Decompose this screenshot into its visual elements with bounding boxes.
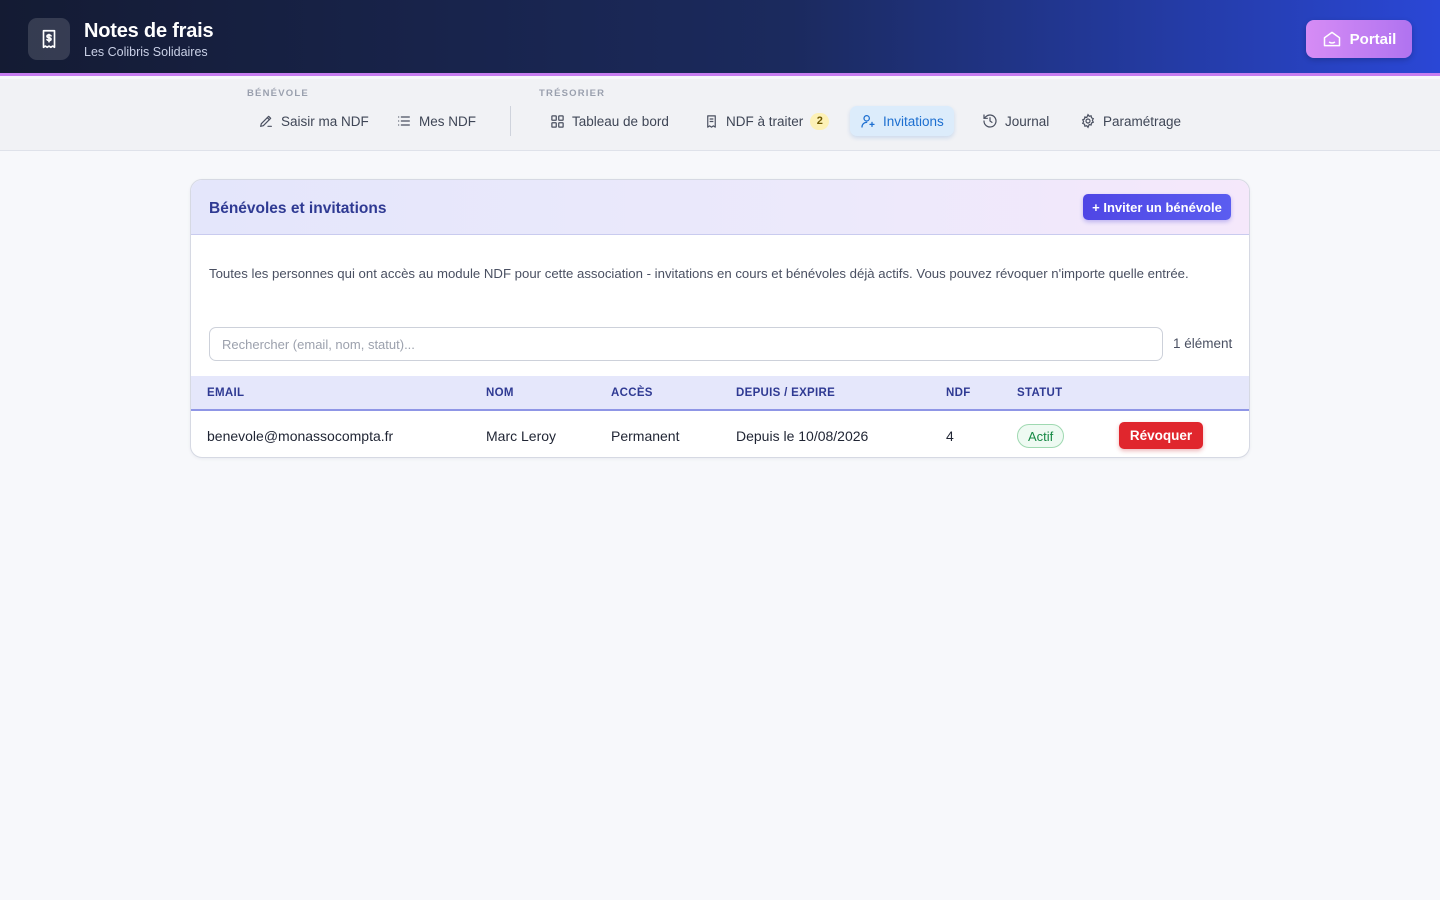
cell-acces: Permanent [611,428,680,444]
receipt-logo-icon [28,18,70,60]
revoke-button[interactable]: Révoquer [1119,422,1203,449]
user-plus-icon [861,115,875,128]
nav-divider [510,106,511,136]
organization-name: Les Colibris Solidaires [84,45,208,59]
nav-item-journal[interactable]: Journal [972,106,1059,136]
result-count: 1 élément [1173,336,1233,351]
nav-item-invitations[interactable]: Invitations [850,106,954,136]
nav-item-ndf-a-traiter[interactable]: NDF à traiter 2 [694,106,839,136]
invite-volunteer-button[interactable]: + Inviter un bénévole [1083,194,1231,220]
table-header: EMAIL NOM ACCÈS DEPUIS / EXPIRE NDF STAT… [191,376,1249,411]
nav-group-tresorier: TRÉSORIER [539,88,606,99]
card-header: Bénévoles et invitations + Inviter un bé… [191,180,1249,235]
cell-depuis: Depuis le 10/08/2026 [736,428,869,444]
nav-item-mes-ndf[interactable]: Mes NDF [386,106,486,136]
column-acces: ACCÈS [611,387,653,399]
column-ndf: NDF [946,387,971,399]
cell-nom: Marc Leroy [486,428,557,444]
card-description: Toutes les personnes qui ont accès au mo… [209,266,1189,281]
nav-item-tableau-de-bord[interactable]: Tableau de bord [540,106,679,136]
card-title: Bénévoles et invitations [209,200,387,217]
portal-label: Portail [1349,30,1397,48]
cell-email: benevole@monassocompta.fr [207,428,394,444]
app-header: Notes de frais Les Colibris Solidaires P… [0,0,1440,76]
column-depuis-expire: DEPUIS / EXPIRE [736,387,836,399]
column-nom: NOM [486,387,514,399]
nav-item-parametrage[interactable]: Paramétrage [1070,106,1191,136]
nav-group-benevole: BÉNÉVOLE [247,88,309,99]
column-email: EMAIL [207,387,245,399]
pending-count-badge: 2 [810,112,830,130]
home-icon [1323,31,1340,47]
volunteers-card: Bénévoles et invitations + Inviter un bé… [190,179,1250,458]
pen-icon [260,115,272,127]
gear-icon [1081,113,1095,129]
portal-button[interactable]: Portail [1306,20,1412,58]
dashboard-icon [551,114,564,128]
app-title: Notes de frais [84,20,214,42]
history-icon [983,114,997,128]
nav-item-saisir-ndf[interactable]: Saisir ma NDF [248,106,379,136]
cell-ndf-count: 4 [946,428,954,444]
receipt-icon [707,114,716,128]
main-nav: BÉNÉVOLE TRÉSORIER Saisir ma NDF Mes NDF… [0,79,1440,151]
column-statut: STATUT [1017,387,1063,399]
list-icon [398,116,410,126]
search-input[interactable] [209,327,1163,361]
table-row: benevole@monassocompta.fr Marc Leroy Per… [191,413,1249,457]
status-badge: Actif [1017,424,1065,448]
